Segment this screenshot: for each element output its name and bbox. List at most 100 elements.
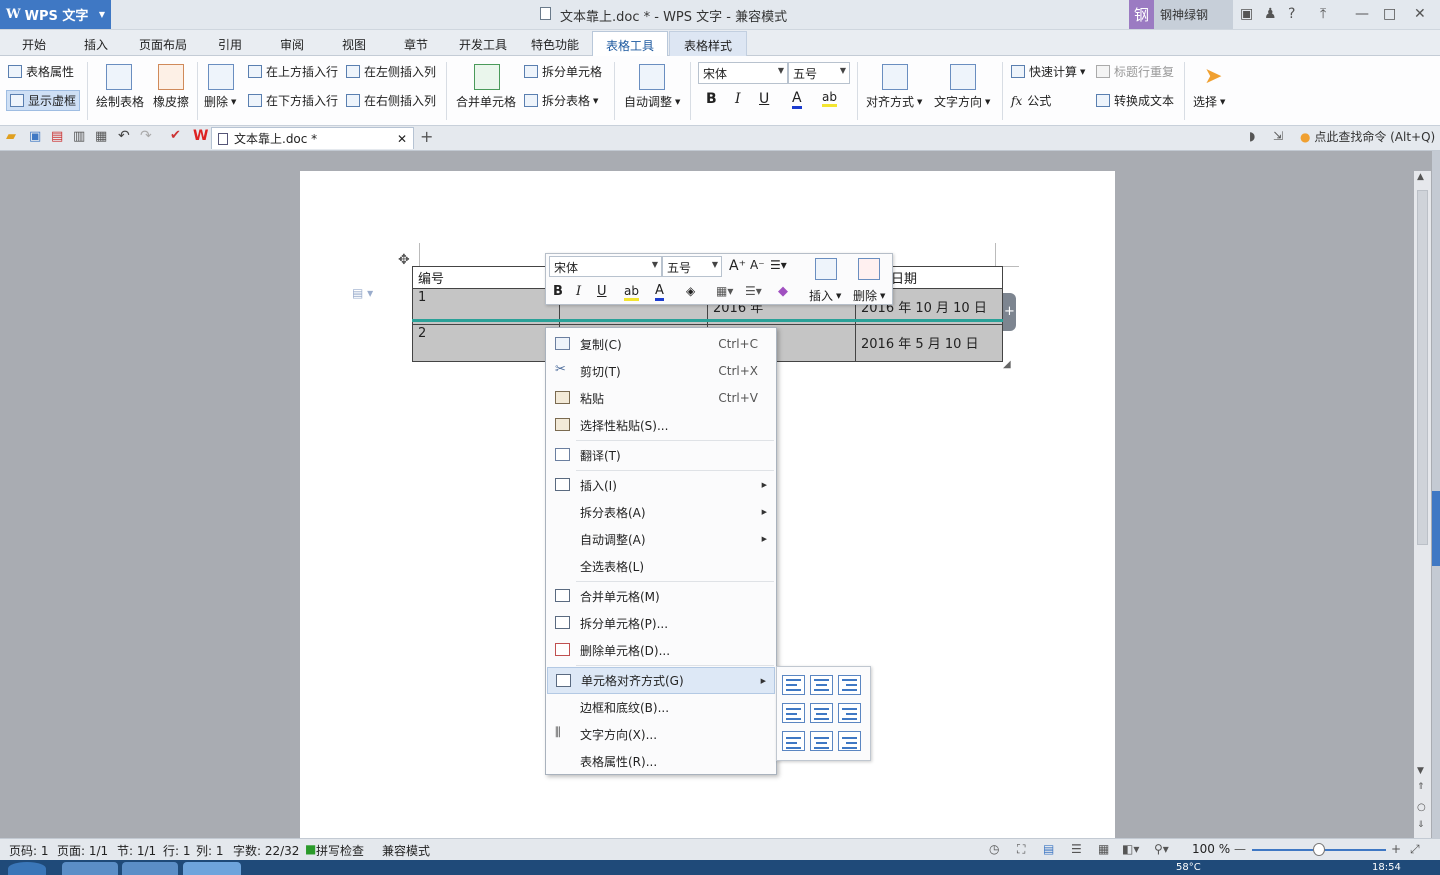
split-cell-button[interactable]: 拆分单元格	[524, 63, 602, 80]
menu-item-paste[interactable]: 粘贴 Ctrl+V	[547, 385, 775, 411]
arrow-icon[interactable]: ⇲	[1273, 129, 1283, 143]
document-tab[interactable]: 文本靠上.doc * ✕	[211, 127, 414, 149]
menu-item-cell-alignment[interactable]: 单元格对齐方式(G) ▶	[547, 667, 775, 694]
shirt-icon[interactable]: ♟	[1264, 6, 1277, 22]
auto-fit-button[interactable]: 自动调整 ▼	[624, 93, 680, 110]
locate-icon[interactable]: ⚲▾	[1154, 842, 1169, 856]
bold-icon[interactable]: B	[553, 284, 563, 299]
outline-view-icon[interactable]: ☰	[1071, 842, 1082, 856]
align-bottom-left-icon[interactable]	[782, 731, 805, 751]
draw-table-button[interactable]: 绘制表格	[96, 93, 144, 110]
insert-row-below-button[interactable]: 在下方插入行	[248, 92, 338, 109]
underline-icon[interactable]: U	[597, 284, 607, 299]
delete-button[interactable]: 删除 ▼	[204, 93, 236, 110]
help-icon[interactable]: ?	[1288, 6, 1295, 22]
font-color-icon[interactable]: A	[655, 283, 664, 301]
merge-cells-button[interactable]: 合并单元格	[456, 93, 516, 110]
bold-icon[interactable]: B	[706, 91, 717, 107]
preview-icon[interactable]: ▦	[95, 129, 107, 144]
menu-item-cut[interactable]: ✂ 剪切(T) Ctrl+X	[547, 358, 775, 384]
tab-page-layout[interactable]: 页面布局	[135, 33, 191, 56]
line-spacing-icon[interactable]: ☰▾	[770, 258, 787, 272]
mini-font-select[interactable]: 宋体 ▼	[549, 256, 662, 277]
status-spell-check[interactable]: 拼写检查	[316, 842, 364, 859]
eraser-button[interactable]: 橡皮擦	[153, 93, 189, 110]
insert-col-right-button[interactable]: 在右侧插入列	[346, 92, 436, 109]
user-account[interactable]: 钢钢神绿钢	[1129, 0, 1233, 29]
align-button[interactable]: 对齐方式 ▼	[866, 93, 922, 110]
align-bottom-right-icon[interactable]	[838, 731, 861, 751]
fill-color-icon[interactable]: ◈	[686, 284, 695, 298]
menu-item-borders-shading[interactable]: 边框和底纹(B)...	[547, 694, 775, 720]
close-tab-icon[interactable]: ✕	[397, 132, 407, 146]
menu-item-translate[interactable]: 翻译(T)	[547, 442, 775, 468]
menu-item-split-table[interactable]: 拆分表格(A) ▶	[547, 499, 775, 525]
new-tab-icon[interactable]: +	[420, 127, 433, 146]
undo-icon[interactable]: ↶	[118, 128, 130, 144]
tab-start[interactable]: 开始	[14, 33, 54, 56]
wps-app-menu-button[interactable]: W WPS 文字 ▼	[0, 0, 111, 29]
insert-row-above-button[interactable]: 在上方插入行	[248, 63, 338, 80]
highlight-icon[interactable]: ab	[624, 284, 639, 301]
page-view-icon[interactable]: ▤	[1043, 842, 1054, 856]
align-top-left-icon[interactable]	[782, 675, 805, 695]
align-top-center-icon[interactable]	[810, 675, 833, 695]
skin-icon[interactable]: ▣	[1240, 6, 1253, 22]
command-search[interactable]: ● 点此查找命令 (Alt+Q)	[1300, 128, 1435, 145]
prev-page-icon[interactable]: ⇑	[1417, 782, 1425, 792]
tab-insert[interactable]: 插入	[76, 33, 116, 56]
taskbar-app[interactable]	[183, 862, 241, 875]
mini-insert-button[interactable]: 插入 ▼	[809, 287, 841, 304]
text-direction-button[interactable]: 文字方向 ▼	[934, 93, 990, 110]
save-icon[interactable]: ▣	[29, 129, 41, 144]
status-page[interactable]: 页码: 1	[9, 842, 49, 859]
print-icon[interactable]: ▥	[73, 129, 85, 144]
convert-to-text-button[interactable]: 转换成文本	[1096, 92, 1174, 109]
table-cell[interactable]: 2016 年 5 月 10 日	[855, 324, 1003, 362]
taskbar-app[interactable]	[62, 862, 118, 875]
menu-item-delete-cells[interactable]: 删除单元格(D)...	[547, 637, 775, 663]
status-section[interactable]: 节: 1/1	[117, 842, 156, 859]
status-column[interactable]: 列: 1	[196, 842, 224, 859]
font-color-icon[interactable]: A	[792, 90, 802, 109]
add-row-icon[interactable]: +	[1003, 293, 1016, 331]
split-table-button[interactable]: 拆分表格 ▼	[524, 92, 598, 109]
check-icon[interactable]: ✔	[170, 128, 181, 143]
scrollbar-thumb[interactable]	[1417, 190, 1428, 545]
minimize-icon[interactable]: —	[1355, 6, 1369, 22]
status-line[interactable]: 行: 1	[163, 842, 191, 859]
menu-item-text-direction[interactable]: ⫼ 文字方向(X)...	[547, 721, 775, 747]
table-move-handle-icon[interactable]: ✥	[398, 252, 410, 268]
share-icon[interactable]: ◗	[1249, 129, 1255, 143]
pdf-icon[interactable]: ▤	[51, 129, 63, 144]
next-page-icon[interactable]: ⇓	[1417, 820, 1425, 830]
history-icon[interactable]: ◷	[989, 842, 999, 856]
menu-item-table-properties[interactable]: 表格属性(R)...	[547, 748, 775, 774]
mini-delete-button[interactable]: 删除 ▼	[853, 287, 885, 304]
start-button[interactable]	[8, 862, 46, 875]
select-button[interactable]: 选择 ▼	[1193, 93, 1225, 110]
align-bottom-center-icon[interactable]	[810, 731, 833, 751]
expand-icon[interactable]: ⤢	[1410, 842, 1420, 857]
web-view-icon[interactable]: ▦	[1098, 842, 1109, 856]
zoom-in-icon[interactable]: +	[1391, 842, 1401, 856]
reading-view-icon[interactable]: ◧▾	[1122, 842, 1139, 856]
zoom-out-icon[interactable]: —	[1234, 842, 1246, 856]
italic-icon[interactable]: I	[576, 284, 581, 299]
align-top-right-icon[interactable]	[838, 675, 861, 695]
sidebar-tab[interactable]	[1432, 491, 1440, 566]
grow-font-icon[interactable]: A⁺	[729, 258, 746, 274]
border-icon[interactable]: ▦▾	[716, 284, 733, 298]
status-word-count[interactable]: 字数: 22/32	[233, 842, 299, 859]
scroll-up-icon[interactable]: ▲	[1417, 172, 1424, 182]
highlight-icon[interactable]: ab	[822, 90, 837, 107]
menu-item-merge-cells[interactable]: 合并单元格(M)	[547, 583, 775, 609]
scroll-down-icon[interactable]: ▼	[1417, 766, 1424, 776]
menu-item-split-cells[interactable]: 拆分单元格(P)...	[547, 610, 775, 636]
italic-icon[interactable]: I	[735, 91, 741, 107]
tab-view[interactable]: 视图	[334, 33, 374, 56]
tab-table-styles[interactable]: 表格样式	[669, 31, 747, 56]
align-middle-right-icon[interactable]	[838, 703, 861, 723]
shrink-font-icon[interactable]: A⁻	[750, 258, 765, 272]
table-resize-handle-icon[interactable]: ◢	[1003, 359, 1011, 370]
